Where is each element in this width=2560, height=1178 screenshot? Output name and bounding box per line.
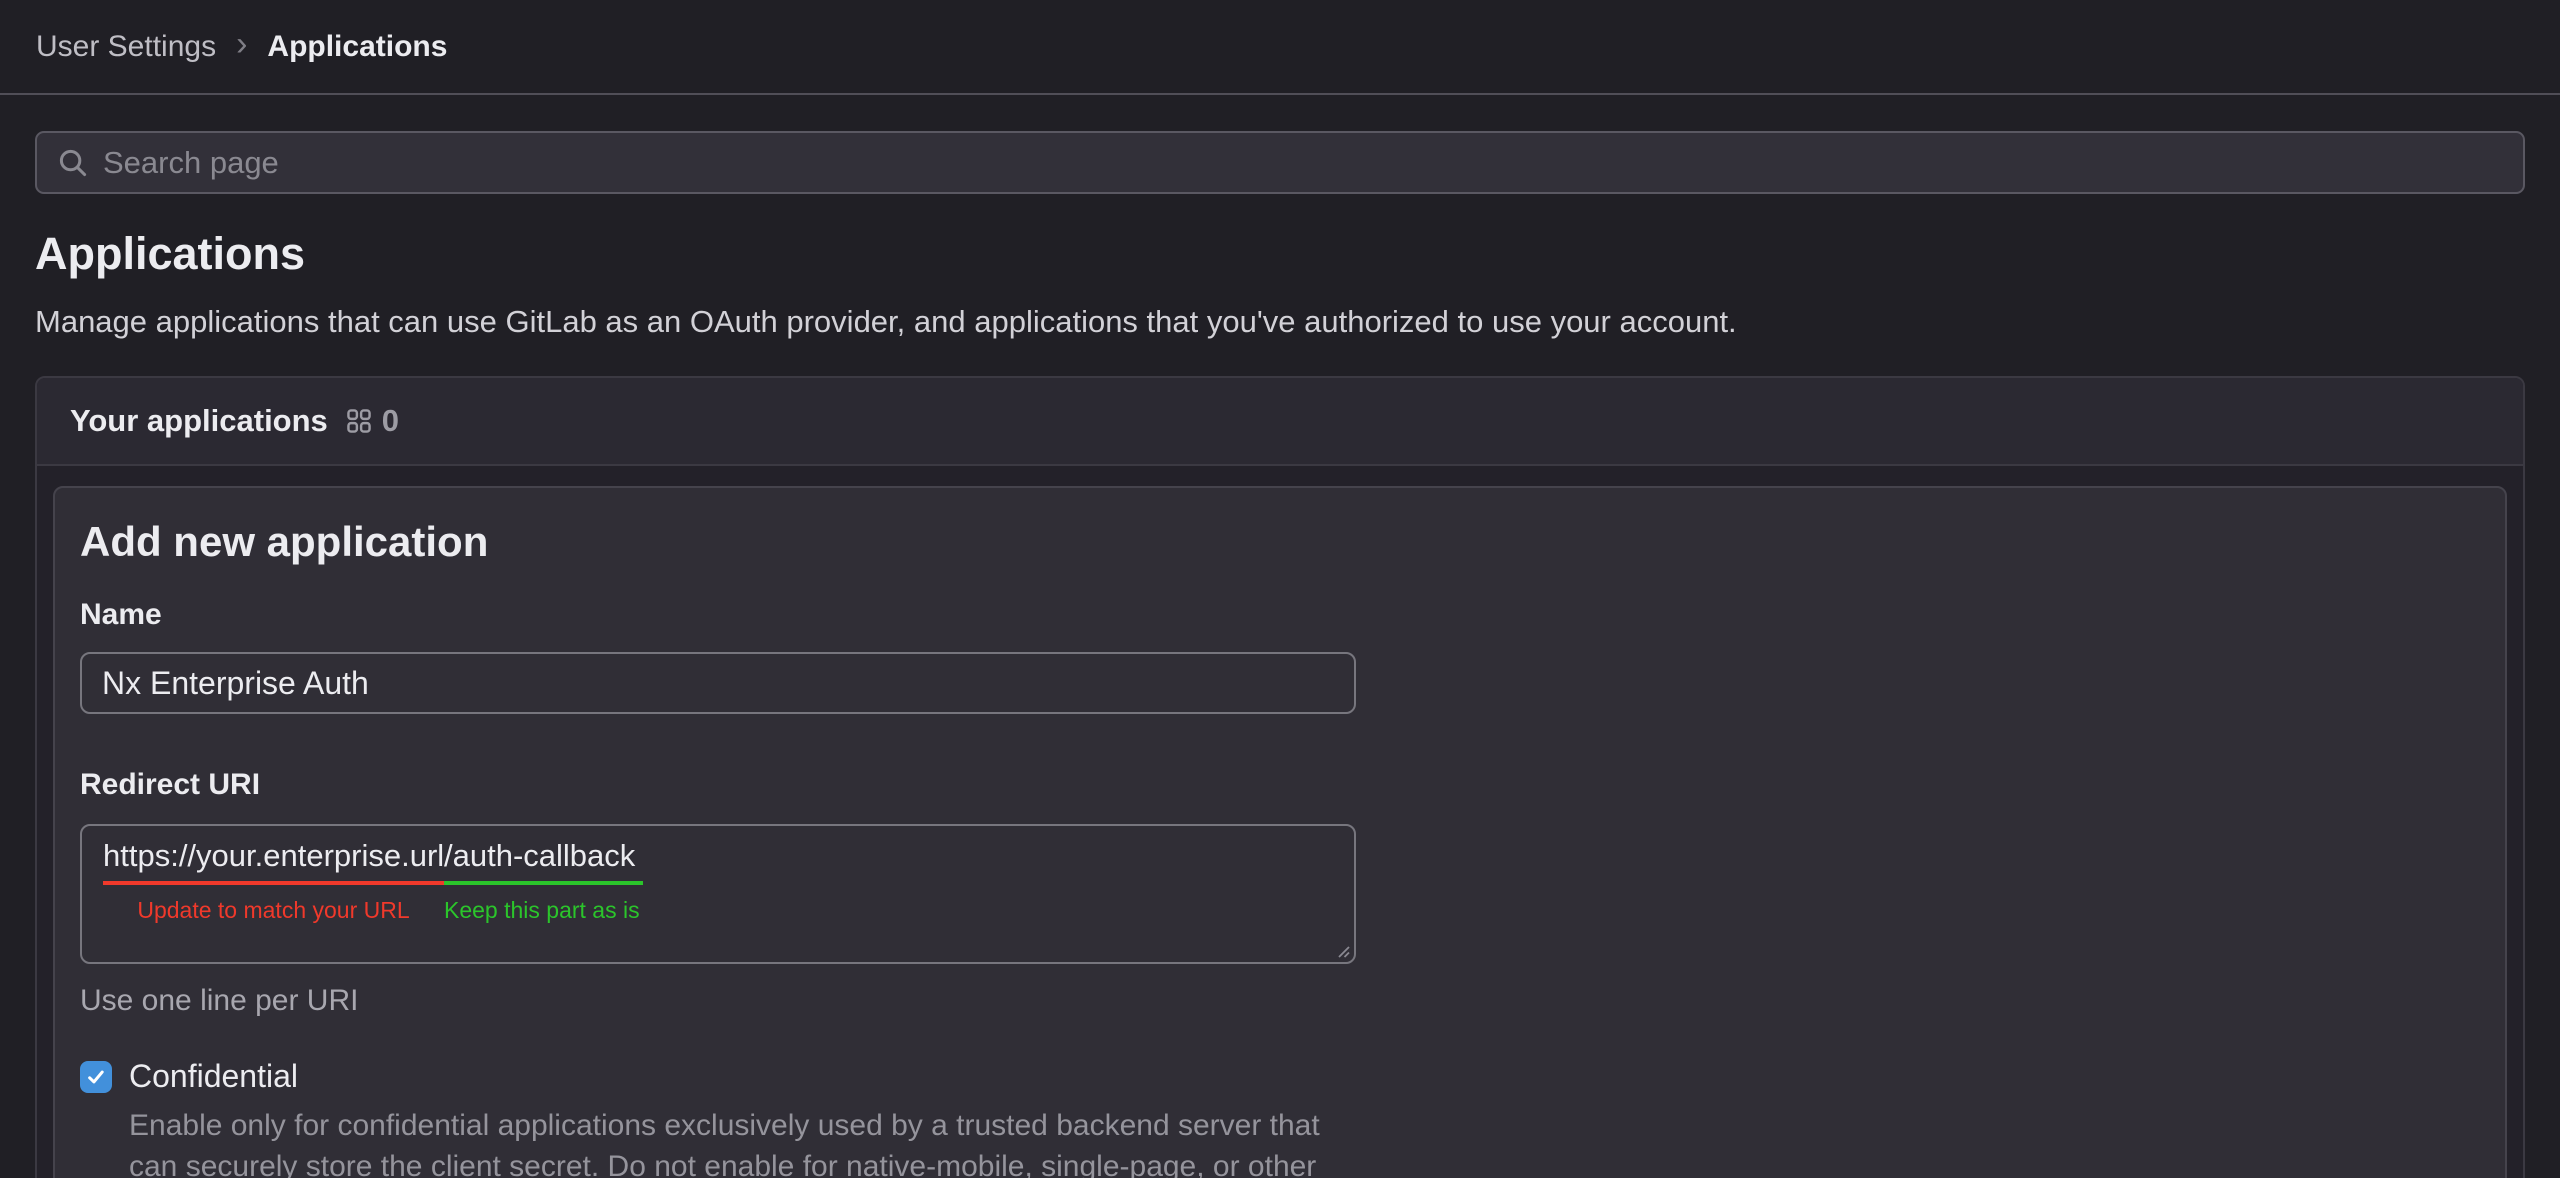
annotation-keep-part: Keep this part as is xyxy=(444,897,640,924)
confidential-label[interactable]: Confidential xyxy=(129,1058,1320,1095)
redirect-uri-green-segment: /auth-callback xyxy=(444,838,643,885)
your-applications-section: Your applications 0 Add new application … xyxy=(35,376,2525,1178)
add-new-application-card: Add new application Name Redirect URI ht… xyxy=(53,486,2507,1178)
checkmark-icon xyxy=(85,1066,107,1088)
breadcrumb-current-applications: Applications xyxy=(267,30,447,64)
annotation-update-url: Update to match your URL xyxy=(103,897,444,924)
confidential-help: Enable only for confidential application… xyxy=(129,1105,1320,1178)
confidential-help-line: can securely store the client secret. Do… xyxy=(129,1146,1320,1178)
add-new-application-title: Add new application xyxy=(80,518,2465,566)
confidential-row: Confidential Enable only for confidentia… xyxy=(80,1058,2465,1178)
redirect-uri-annotations: Update to match your URL Keep this part … xyxy=(103,897,1354,924)
search-icon xyxy=(57,147,89,179)
your-applications-title: Your applications xyxy=(70,403,328,439)
your-applications-body: Add new application Name Redirect URI ht… xyxy=(37,466,2523,1178)
resize-grip-icon[interactable] xyxy=(1332,940,1350,958)
confidential-text: Confidential Enable only for confidentia… xyxy=(129,1058,1320,1178)
applications-count-badge: 0 xyxy=(382,403,399,439)
topbar: User Settings › Applications xyxy=(0,0,2560,95)
page-title: Applications xyxy=(35,228,2560,280)
breadcrumb: User Settings › Applications xyxy=(36,27,447,67)
search-input[interactable] xyxy=(103,145,2503,181)
your-applications-header: Your applications 0 xyxy=(37,378,2523,466)
redirect-uri-label: Redirect URI xyxy=(80,768,2465,802)
search-row xyxy=(0,95,2560,194)
confidential-checkbox[interactable] xyxy=(80,1061,112,1093)
breadcrumb-user-settings[interactable]: User Settings xyxy=(36,30,216,64)
chevron-right-icon: › xyxy=(236,27,247,67)
name-label: Name xyxy=(80,598,2465,632)
uri-helper-text: Use one line per URI xyxy=(80,984,2465,1018)
page-description: Manage applications that can use GitLab … xyxy=(35,304,2560,340)
search-box[interactable] xyxy=(35,131,2525,194)
confidential-help-line: Enable only for confidential application… xyxy=(129,1105,1320,1146)
name-input[interactable] xyxy=(80,652,1356,714)
applications-grid-icon xyxy=(346,408,372,434)
redirect-uri-textarea[interactable]: https://your.enterprise.url/auth-callbac… xyxy=(80,824,1356,964)
redirect-uri-value: https://your.enterprise.url/auth-callbac… xyxy=(103,838,1354,885)
redirect-uri-red-segment: https://your.enterprise.url xyxy=(103,838,444,885)
